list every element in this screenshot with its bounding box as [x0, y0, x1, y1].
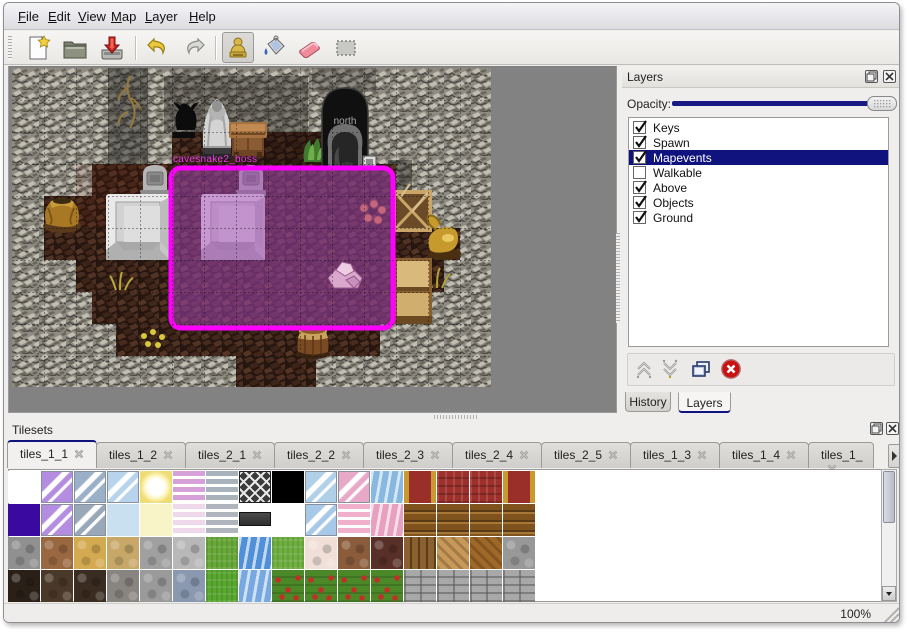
svg-text:cavesnake2_boss: cavesnake2_boss	[173, 154, 257, 165]
svg-text:north: north	[334, 116, 357, 127]
